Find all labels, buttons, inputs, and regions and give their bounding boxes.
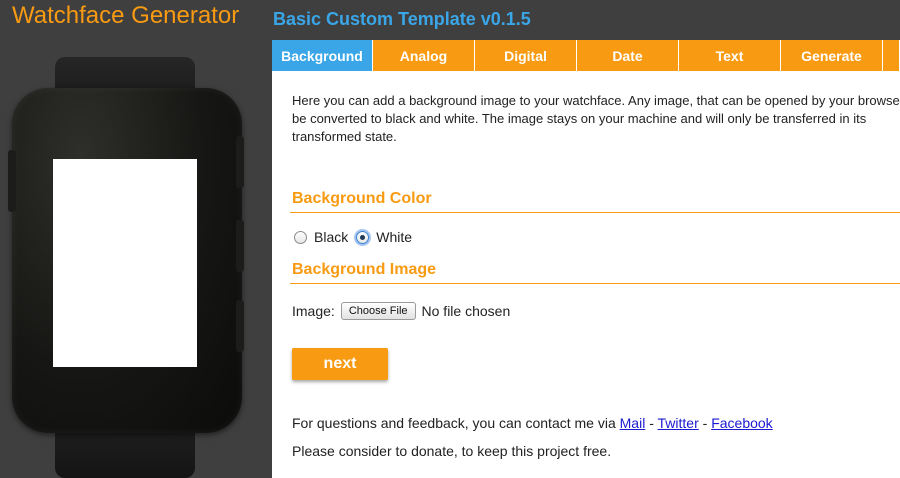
link-separator: -	[698, 415, 712, 431]
tab-text[interactable]: Text	[679, 40, 781, 71]
watch-button-right-middle	[236, 220, 244, 272]
tab-analog[interactable]: Analog	[373, 40, 475, 71]
radio-white[interactable]	[356, 230, 370, 244]
tab-background[interactable]: Background	[272, 40, 373, 71]
watch-screen	[53, 159, 197, 367]
section-divider	[290, 212, 900, 213]
link-separator: -	[645, 415, 658, 431]
contact-line: For questions and feedback, you can cont…	[292, 415, 773, 431]
watch-button-right-top	[236, 136, 244, 188]
watch-button-left	[8, 150, 16, 212]
donate-text: Please consider to donate, to keep this …	[292, 443, 612, 459]
contact-text: For questions and feedback, you can cont…	[292, 415, 616, 431]
section-divider	[290, 283, 900, 284]
tab-overflow[interactable]	[883, 40, 900, 71]
tab-digital[interactable]: Digital	[475, 40, 577, 71]
template-title: Basic Custom Template v0.1.5	[273, 9, 531, 29]
intro-text: Here you can add a background image to y…	[292, 93, 900, 144]
radio-black[interactable]	[294, 230, 307, 244]
mail-link[interactable]: Mail	[620, 415, 646, 431]
radio-black-label[interactable]: Black	[314, 229, 348, 245]
background-color-heading: Background Color	[292, 190, 432, 207]
tab-bar: Background Analog Digital Date Text Gene…	[272, 40, 900, 71]
image-field-label: Image:	[292, 303, 335, 319]
twitter-link[interactable]: Twitter	[658, 415, 699, 431]
radio-white-label[interactable]: White	[376, 229, 412, 245]
app-title: Watchface Generator	[12, 2, 240, 29]
watch-preview	[0, 40, 272, 478]
watch-button-right-bottom	[236, 300, 244, 352]
facebook-link[interactable]: Facebook	[711, 415, 772, 431]
file-status: No file chosen	[421, 303, 511, 319]
background-color-options: Black White	[294, 229, 420, 245]
next-button[interactable]: next	[292, 348, 388, 380]
tab-date[interactable]: Date	[577, 40, 679, 71]
background-image-heading: Background Image	[292, 261, 437, 278]
tab-generate[interactable]: Generate	[781, 40, 883, 71]
image-file-row: Image: Choose File No file chosen	[292, 302, 510, 320]
main-panel: Background Analog Digital Date Text Gene…	[272, 40, 900, 478]
choose-file-button[interactable]: Choose File	[340, 302, 416, 320]
